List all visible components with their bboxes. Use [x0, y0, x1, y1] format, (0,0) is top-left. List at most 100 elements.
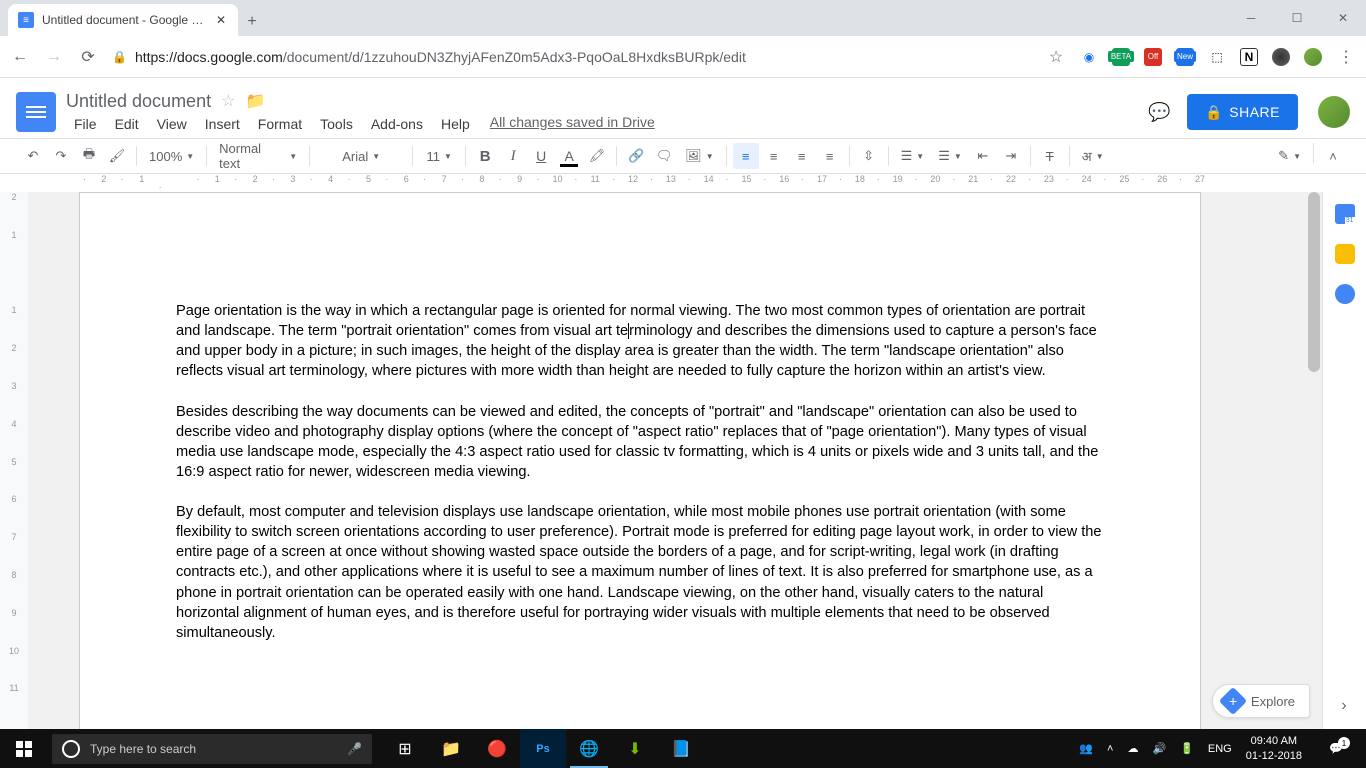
extension-icon[interactable]: N — [1240, 48, 1258, 66]
browser-tab[interactable]: ≡ Untitled document - Google Docs ✕ — [8, 4, 238, 36]
comments-icon[interactable]: 💬 — [1141, 94, 1177, 130]
line-spacing-button[interactable]: ⇳ — [856, 143, 882, 169]
menu-view[interactable]: View — [149, 114, 195, 134]
zoom-select[interactable]: 100%▼ — [143, 143, 200, 169]
menu-file[interactable]: File — [66, 114, 105, 134]
extension-icon[interactable]: Off — [1144, 48, 1162, 66]
menu-format[interactable]: Format — [250, 114, 310, 134]
highlight-button[interactable]: 🖍 — [584, 143, 610, 169]
align-right-button[interactable]: ≡ — [789, 143, 815, 169]
menu-help[interactable]: Help — [433, 114, 478, 134]
paragraph[interactable]: By default, most computer and television… — [176, 502, 1104, 643]
insert-link-button[interactable]: 🔗 — [623, 143, 649, 169]
save-status[interactable]: All changes saved in Drive — [490, 114, 655, 134]
calendar-addon-icon[interactable]: 31 — [1335, 204, 1355, 224]
decrease-indent-button[interactable]: ⇤ — [970, 143, 996, 169]
align-left-button[interactable]: ≡ — [733, 143, 759, 169]
italic-button[interactable]: I — [500, 143, 526, 169]
reload-button[interactable]: ⟳ — [78, 47, 98, 67]
align-center-button[interactable]: ≡ — [761, 143, 787, 169]
taskbar-search[interactable]: Type here to search 🎤 — [52, 734, 372, 764]
app-icon[interactable]: 📘 — [658, 729, 704, 768]
vertical-ruler[interactable]: 211234567891011 — [0, 192, 28, 729]
bulleted-list-button[interactable]: ☰▼ — [932, 143, 968, 169]
align-justify-button[interactable]: ≡ — [817, 143, 843, 169]
people-icon[interactable]: 👥 — [1079, 742, 1093, 755]
toolbar: ↶ ↷ 🖶 🖌 100%▼ Normal text▼ Arial▼ 11▼ B … — [0, 138, 1366, 174]
collapse-toolbar-icon[interactable]: ˄ — [1320, 143, 1346, 169]
paint-format-button[interactable]: 🖌 — [104, 143, 130, 169]
share-button[interactable]: 🔒 SHARE — [1187, 94, 1298, 130]
input-tools-button[interactable]: अ▼ — [1076, 143, 1110, 169]
window-close-button[interactable]: ✕ — [1320, 0, 1366, 36]
onedrive-icon[interactable]: ☁ — [1127, 742, 1138, 755]
battery-icon[interactable]: 🔋 — [1180, 742, 1194, 755]
forward-button[interactable]: → — [44, 48, 64, 66]
lock-icon: 🔒 — [1205, 104, 1223, 121]
app-icon[interactable]: 🔴 — [474, 729, 520, 768]
language-indicator[interactable]: ENG — [1208, 743, 1232, 755]
utorrent-icon[interactable]: ⬇ — [612, 729, 658, 768]
extension-icon[interactable]: ⬚ — [1208, 48, 1226, 66]
underline-button[interactable]: U — [528, 143, 554, 169]
paragraph[interactable]: Page orientation is the way in which a r… — [176, 301, 1104, 382]
style-select[interactable]: Normal text▼ — [213, 143, 303, 169]
chrome-icon[interactable]: 🌐 — [566, 729, 612, 768]
explore-button[interactable]: Explore — [1212, 684, 1310, 718]
menu-insert[interactable]: Insert — [197, 114, 248, 134]
close-tab-icon[interactable]: ✕ — [214, 13, 228, 27]
paragraph[interactable]: Besides describing the way documents can… — [176, 402, 1104, 483]
insert-image-button[interactable]: 🖼▼ — [679, 143, 719, 169]
redo-button[interactable]: ↷ — [48, 143, 74, 169]
numbered-list-button[interactable]: ☰▼ — [895, 143, 931, 169]
mic-icon[interactable]: 🎤 — [347, 742, 362, 756]
undo-button[interactable]: ↶ — [20, 143, 46, 169]
volume-icon[interactable]: 🔊 — [1152, 742, 1166, 755]
extension-icon[interactable]: BETA — [1112, 48, 1130, 66]
account-avatar[interactable] — [1318, 96, 1350, 128]
keep-addon-icon[interactable] — [1335, 244, 1355, 264]
bookmark-star-icon[interactable]: ☆ — [1046, 47, 1066, 67]
start-button[interactable] — [0, 729, 48, 768]
star-icon[interactable]: ☆ — [221, 91, 235, 111]
move-folder-icon[interactable]: 📁 — [245, 91, 265, 111]
clear-formatting-button[interactable]: T — [1037, 143, 1063, 169]
file-explorer-icon[interactable]: 📁 — [428, 729, 474, 768]
text-color-button[interactable]: A — [556, 143, 582, 169]
notifications-icon[interactable]: 💬1 — [1316, 742, 1356, 755]
document-page[interactable]: Page orientation is the way in which a r… — [79, 192, 1201, 729]
window-maximize-button[interactable]: ☐ — [1274, 0, 1320, 36]
photoshop-icon[interactable]: Ps — [520, 729, 566, 768]
vertical-scrollbar[interactable] — [1306, 192, 1322, 729]
back-button[interactable]: ← — [10, 48, 30, 66]
tasks-addon-icon[interactable] — [1335, 284, 1355, 304]
profile-avatar-icon[interactable] — [1304, 48, 1322, 66]
docs-logo-icon[interactable] — [16, 92, 56, 132]
url-field[interactable]: 🔒 https://docs.google.com/document/d/1zz… — [112, 49, 1032, 65]
extension-icon[interactable] — [1272, 48, 1290, 66]
side-panel: 31 — [1322, 192, 1366, 729]
task-view-icon[interactable]: ⊞ — [382, 729, 428, 768]
insert-comment-button[interactable]: 🗨 — [651, 143, 677, 169]
bold-button[interactable]: B — [472, 143, 498, 169]
font-size-select[interactable]: 11▼ — [419, 143, 459, 169]
window-minimize-button[interactable]: ─ — [1228, 0, 1274, 36]
document-title[interactable]: Untitled document — [66, 91, 211, 112]
new-tab-button[interactable]: + — [238, 8, 266, 36]
print-button[interactable]: 🖶 — [76, 143, 102, 169]
horizontal-ruler[interactable]: 2112345678910111213141516171819202122232… — [0, 174, 1366, 192]
tab-title: Untitled document - Google Docs — [42, 13, 206, 27]
menu-edit[interactable]: Edit — [107, 114, 147, 134]
extension-icon[interactable]: New — [1176, 48, 1194, 66]
tray-expand-icon[interactable]: ˄ — [1107, 743, 1113, 755]
menu-tools[interactable]: Tools — [312, 114, 361, 134]
font-select[interactable]: Arial▼ — [316, 143, 406, 169]
chrome-menu-icon[interactable]: ⋮ — [1336, 47, 1356, 67]
clock[interactable]: 09:40 AM 01-12-2018 — [1246, 734, 1302, 763]
scrollbar-thumb[interactable] — [1308, 192, 1320, 372]
increase-indent-button[interactable]: ⇥ — [998, 143, 1024, 169]
extension-icon[interactable]: ◉ — [1080, 48, 1098, 66]
side-panel-toggle-icon[interactable]: › — [1332, 694, 1356, 718]
mode-select[interactable]: ✎▼ — [1272, 143, 1307, 169]
menu-addons[interactable]: Add-ons — [363, 114, 431, 134]
